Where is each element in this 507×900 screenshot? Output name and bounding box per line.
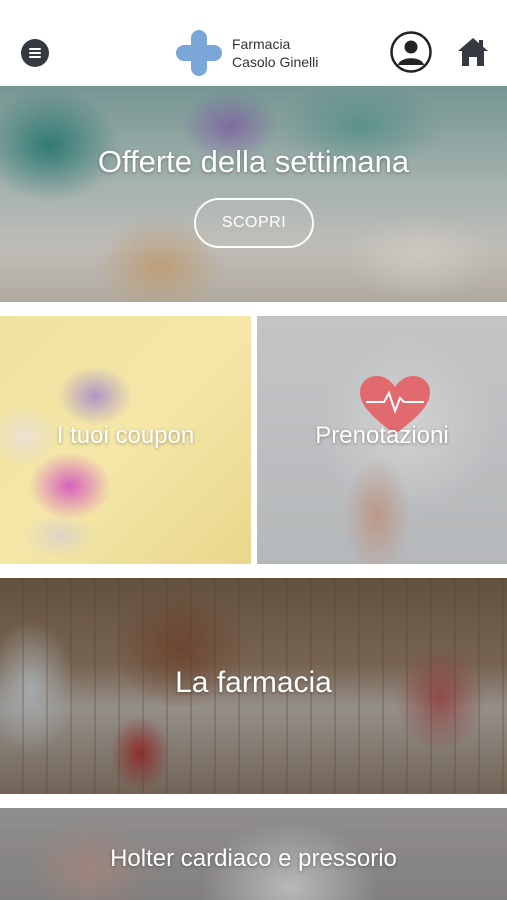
app-header: Farmacia Casolo Ginelli — [0, 0, 507, 86]
bookings-title: Prenotazioni — [315, 422, 449, 449]
coupons-title: I tuoi coupon — [56, 422, 195, 449]
medical-cross-icon — [176, 30, 222, 76]
home-icon[interactable] — [457, 36, 489, 68]
offers-title: Offerte della settimana — [97, 144, 410, 179]
pharmacy-title: La farmacia — [175, 666, 332, 699]
logo-line-1: Farmacia — [232, 36, 291, 52]
bookings-tile[interactable]: Prenotazioni — [257, 316, 507, 564]
user-account-icon[interactable] — [390, 31, 432, 73]
discover-button[interactable]: SCOPRI — [194, 198, 314, 248]
pharmacy-logo[interactable]: Farmacia Casolo Ginelli — [176, 30, 318, 76]
logo-line-2: Casolo Ginelli — [232, 54, 319, 70]
logo-text: Farmacia Casolo Ginelli — [232, 35, 318, 71]
pharmacy-banner[interactable]: La farmacia — [0, 578, 507, 794]
holter-title: Holter cardiaco e pressorio — [110, 845, 397, 872]
holter-banner[interactable]: Holter cardiaco e pressorio — [0, 808, 507, 900]
offers-banner[interactable]: Offerte della settimana SCOPRI — [0, 86, 507, 302]
coupons-tile[interactable]: I tuoi coupon — [0, 316, 251, 564]
hamburger-menu-icon[interactable] — [21, 39, 49, 67]
